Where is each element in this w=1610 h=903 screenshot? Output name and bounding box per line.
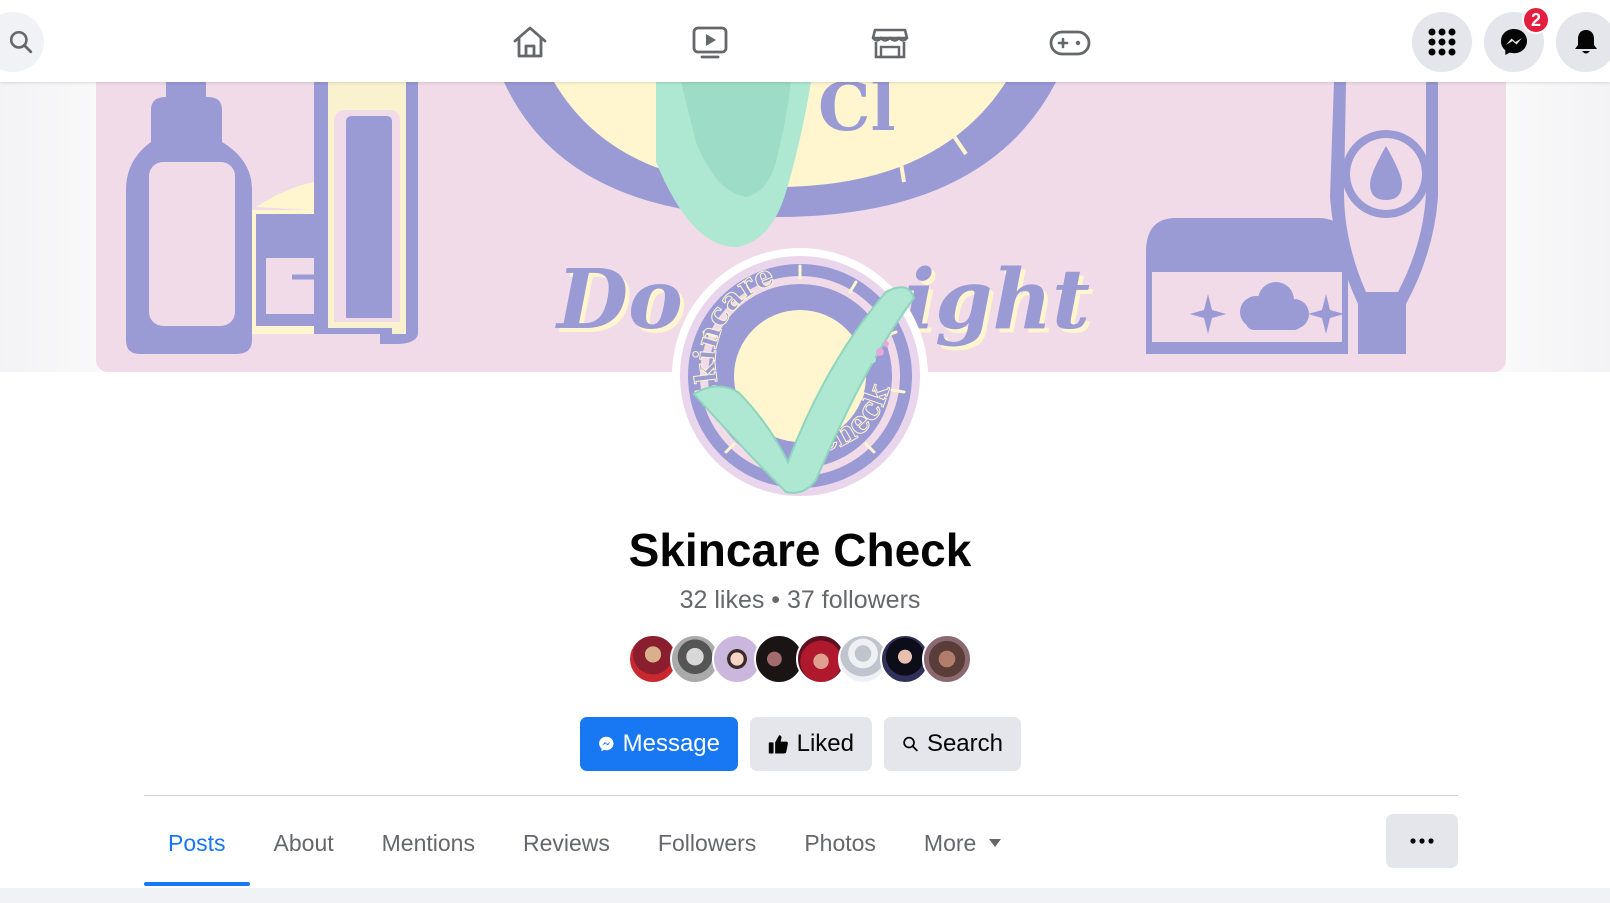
tab-posts[interactable]: Posts	[144, 800, 250, 886]
caret-down-icon	[989, 839, 1002, 847]
section-divider	[144, 795, 1458, 796]
tab-photos[interactable]: Photos	[780, 800, 900, 886]
tab-mentions[interactable]: Mentions	[358, 800, 499, 886]
tab-reviews[interactable]: Reviews	[499, 800, 634, 886]
avatar[interactable]	[922, 634, 972, 684]
notifications-button[interactable]	[1556, 12, 1610, 72]
marketplace-icon	[871, 28, 909, 59]
message-label: Message	[622, 730, 720, 757]
message-button[interactable]: Message	[580, 717, 738, 771]
home-icon	[513, 26, 547, 58]
video-icon	[692, 26, 728, 59]
gaming-tab[interactable]	[1046, 18, 1094, 66]
tab-more[interactable]: More	[900, 800, 1026, 886]
feed-background	[0, 888, 1610, 903]
stats-separator: •	[771, 586, 781, 614]
friends-who-like	[628, 634, 972, 684]
page-search-button[interactable]: Search	[884, 717, 1021, 771]
menu-button[interactable]	[1412, 12, 1472, 72]
notifications-icon	[1575, 30, 1597, 54]
page-actions: Message Liked Search	[580, 717, 1021, 771]
home-tab[interactable]	[506, 18, 554, 66]
liked-button[interactable]: Liked	[750, 717, 872, 771]
more-options-button[interactable]	[1386, 814, 1458, 868]
page-stats: 32 likes • 37 followers	[0, 586, 1600, 615]
search-label: Search	[926, 730, 1003, 757]
thumbs-up-icon	[768, 735, 788, 754]
skincare-check-logo: Skincare Check	[680, 256, 920, 496]
tab-about[interactable]: About	[250, 800, 358, 886]
messenger-icon	[599, 736, 614, 752]
video-tab[interactable]	[686, 18, 734, 66]
search-icon	[9, 30, 33, 54]
messenger-icon	[1501, 29, 1527, 55]
marketplace-tab[interactable]	[866, 18, 914, 66]
messenger-button[interactable]: 2	[1484, 6, 1550, 72]
search-icon	[903, 736, 918, 752]
profile-picture[interactable]: Skincare Check	[672, 248, 928, 504]
followers-count[interactable]: 37 followers	[787, 586, 920, 614]
search-button[interactable]	[0, 12, 44, 72]
messenger-badge: 2	[1522, 6, 1550, 34]
page-tabs: Posts About Mentions Reviews Followers P…	[144, 800, 1026, 886]
cover-text-cl: Cl	[818, 82, 896, 146]
tab-more-label: More	[923, 829, 977, 856]
top-navigation-bar: 2	[0, 0, 1610, 82]
likes-count[interactable]: 32 likes	[680, 586, 765, 614]
liked-label: Liked	[796, 730, 854, 757]
gaming-icon	[1049, 30, 1091, 56]
ellipsis-icon	[1410, 838, 1434, 844]
tab-followers[interactable]: Followers	[634, 800, 780, 886]
cover-text-right-shadow: ight	[904, 252, 1090, 348]
menu-grid-icon	[1428, 28, 1456, 56]
cover-text-left-shadow: Do	[555, 252, 683, 348]
page-title: Skincare Check	[628, 524, 972, 576]
